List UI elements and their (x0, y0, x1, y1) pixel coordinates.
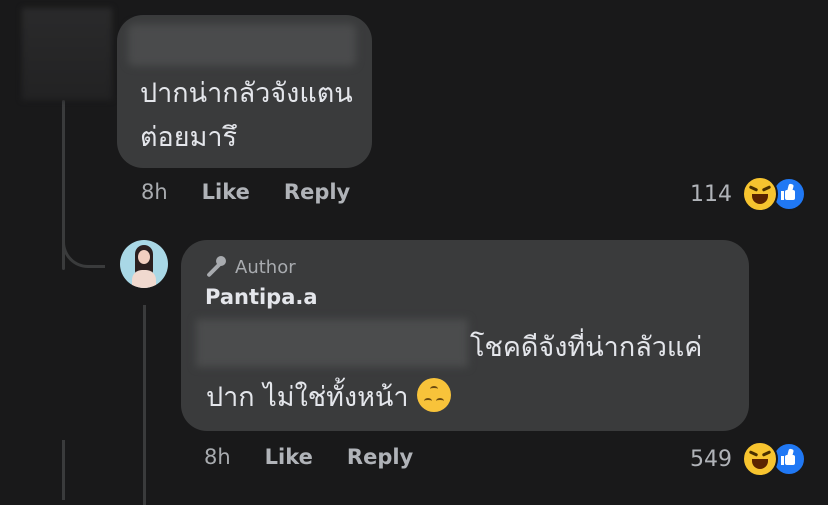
author-badge-label: Author (235, 256, 296, 278)
commenter-name-blurred[interactable] (128, 24, 356, 66)
haha-icon (742, 176, 778, 212)
thread-connector (62, 225, 105, 268)
reply-text-line2-label: ปาก ไม่ใช่ทั้งหน้า (206, 382, 409, 413)
comment-time[interactable]: 8h (141, 180, 168, 204)
avatar-author[interactable] (120, 240, 168, 288)
author-badge: Author (205, 256, 296, 278)
reply-meta: 8h Like Reply (204, 445, 447, 469)
reply-text-line2: ปาก ไม่ใช่ทั้งหน้า (206, 376, 451, 420)
reply-button[interactable]: Reply (284, 180, 350, 204)
like-button[interactable]: Like (202, 180, 250, 204)
thread-line-lower (62, 440, 65, 500)
mention-tag-blurred[interactable] (196, 319, 468, 367)
microphone-icon (205, 256, 227, 278)
author-name[interactable]: Pantipa.a (205, 285, 318, 309)
reply-text-line1: โชคดีจังที่น่ากลัวแค่ (470, 332, 703, 363)
comment-meta: 8h Like Reply (141, 180, 384, 204)
reply-button[interactable]: Reply (347, 445, 413, 469)
avatar-commenter-blurred[interactable] (22, 8, 112, 100)
reaction-summary[interactable]: 114 (690, 176, 806, 212)
haha-icon (742, 441, 778, 477)
comment-text: ปากน่ากลัวจังแตนต่อยมารึ (140, 78, 353, 153)
upside-down-face-icon (416, 378, 451, 412)
reaction-count: 549 (690, 446, 732, 472)
reply-thread-line (143, 305, 146, 505)
reply-time[interactable]: 8h (204, 445, 231, 469)
like-button[interactable]: Like (265, 445, 313, 469)
reaction-count: 114 (690, 181, 732, 207)
reaction-summary[interactable]: 549 (690, 441, 806, 477)
